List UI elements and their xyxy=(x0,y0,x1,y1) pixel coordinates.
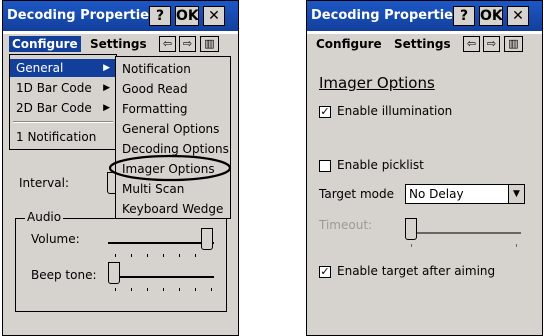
ok-button[interactable]: OK xyxy=(175,6,199,26)
chevron-down-icon[interactable]: ▼ xyxy=(508,185,524,203)
menu-item-label: 1D Bar Code xyxy=(16,81,92,95)
enable-illumination-checkbox[interactable]: ✓ xyxy=(319,106,331,118)
enable-illumination-label: Enable illumination xyxy=(337,104,453,118)
menu-item-general[interactable]: General ▶ xyxy=(10,59,116,77)
general-submenu: Notification Good Read Formatting Genera… xyxy=(115,56,231,219)
timeout-label: Timeout: xyxy=(319,218,373,232)
beep-tone-slider-thumb[interactable] xyxy=(108,262,120,284)
target-mode-label: Target mode xyxy=(319,187,394,201)
menu-item-notification[interactable]: 1 Notification xyxy=(10,128,116,146)
title-bar: Decoding Properties ? OK ✕ xyxy=(3,1,238,31)
submenu-item-notification[interactable]: Notification xyxy=(116,60,230,78)
imager-options-panel: Imager Options ✓ Enable illumination Ena… xyxy=(307,54,542,335)
timeout-slider-track[interactable] xyxy=(405,232,521,234)
menu-configure[interactable]: Configure xyxy=(313,36,385,52)
volume-ticks xyxy=(115,254,215,258)
enable-picklist-label: Enable picklist xyxy=(337,158,424,172)
menu-bar: Configure Settings ⇦ ⇨ ▥ xyxy=(307,34,542,54)
left-screen: Decoding Properties ? OK ✕ Configure Set… xyxy=(2,0,239,336)
keyboard-icon[interactable]: ▥ xyxy=(504,36,523,52)
submenu-arrow-icon: ▶ xyxy=(103,83,110,93)
arrow-left-icon[interactable]: ⇦ xyxy=(159,36,176,52)
timeout-slider-thumb[interactable] xyxy=(405,218,417,240)
help-button[interactable]: ? xyxy=(453,6,475,26)
volume-slider-track[interactable] xyxy=(108,242,214,244)
menu-item-label: 2D Bar Code xyxy=(16,101,92,115)
menu-bar: Configure Settings ⇦ ⇨ ▥ xyxy=(3,34,238,54)
menu-item-label: General xyxy=(16,61,64,75)
beep-tone-ticks xyxy=(115,288,215,292)
interval-label: Interval: xyxy=(19,176,69,190)
menu-settings[interactable]: Settings xyxy=(87,36,150,52)
submenu-item-keyboard-wedge[interactable]: Keyboard Wedge xyxy=(116,200,230,218)
page-title: Imager Options xyxy=(319,74,435,92)
arrow-left-icon[interactable]: ⇦ xyxy=(463,36,480,52)
submenu-item-formatting[interactable]: Formatting xyxy=(116,100,230,118)
menu-item-2d-bar-code[interactable]: 2D Bar Code ▶ xyxy=(10,99,116,117)
keyboard-icon[interactable]: ▥ xyxy=(200,36,219,52)
window-title: Decoding Properties xyxy=(7,8,157,23)
audio-group-label: Audio xyxy=(25,210,64,224)
enable-target-label: Enable target after aiming xyxy=(337,264,496,278)
submenu-item-good-read[interactable]: Good Read xyxy=(116,80,230,98)
help-button[interactable]: ? xyxy=(149,6,171,26)
title-bar: Decoding Properties ? OK ✕ xyxy=(307,1,542,31)
menu-settings[interactable]: Settings xyxy=(391,36,454,52)
menu-configure[interactable]: Configure xyxy=(9,36,81,52)
ok-button[interactable]: OK xyxy=(479,6,503,26)
arrow-right-icon[interactable]: ⇨ xyxy=(483,36,500,52)
highlight-ellipse xyxy=(108,154,232,182)
volume-slider-thumb[interactable] xyxy=(201,228,213,250)
enable-picklist-checkbox[interactable] xyxy=(319,160,331,172)
beep-tone-label: Beep tone: xyxy=(31,268,97,282)
submenu-arrow-icon: ▶ xyxy=(103,103,110,113)
menu-separator xyxy=(13,121,113,123)
beep-tone-slider-track[interactable] xyxy=(108,276,214,278)
arrow-right-icon[interactable]: ⇨ xyxy=(179,36,196,52)
menu-item-1d-bar-code[interactable]: 1D Bar Code ▶ xyxy=(10,79,116,97)
target-mode-value: No Delay xyxy=(409,187,464,201)
configure-menu: General ▶ 1D Bar Code ▶ 2D Bar Code ▶ 1 … xyxy=(9,54,117,150)
submenu-item-general-options[interactable]: General Options xyxy=(116,120,230,138)
target-mode-select[interactable]: No Delay ▼ xyxy=(405,184,525,204)
submenu-arrow-icon: ▶ xyxy=(103,63,110,73)
menu-item-label: 1 Notification xyxy=(16,130,97,144)
timeout-ticks xyxy=(411,244,521,248)
volume-label: Volume: xyxy=(31,232,80,246)
right-screen: Decoding Properties ? OK ✕ Configure Set… xyxy=(306,0,543,336)
close-icon[interactable]: ✕ xyxy=(507,6,529,26)
close-icon[interactable]: ✕ xyxy=(203,6,225,26)
window-title: Decoding Properties xyxy=(311,8,461,23)
enable-target-checkbox[interactable]: ✓ xyxy=(319,266,331,278)
